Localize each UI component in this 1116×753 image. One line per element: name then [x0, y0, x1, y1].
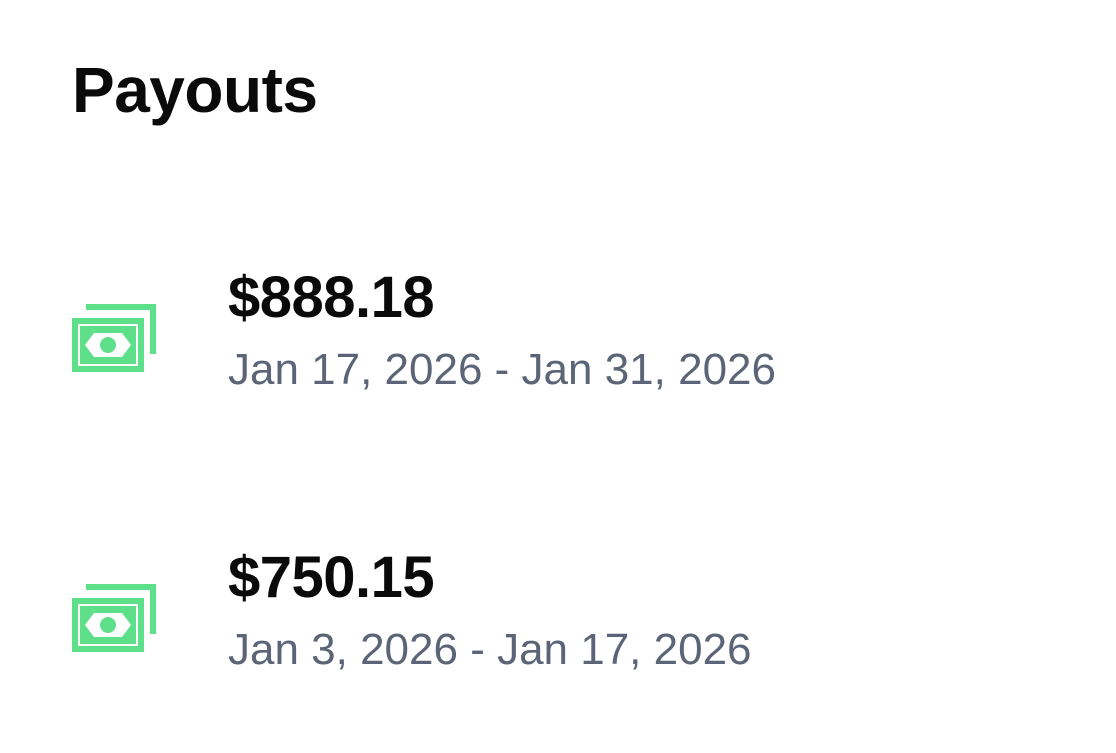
payout-amount: $750.15	[228, 545, 435, 610]
payout-list-item[interactable]: $888.18 Jan 17, 2026 - Jan 31, 2026	[0, 258, 1116, 408]
payout-amount: $888.18	[228, 265, 435, 330]
payout-list-item[interactable]: $750.15 Jan 3, 2026 - Jan 17, 2026	[0, 538, 1116, 688]
payout-date-range: Jan 17, 2026 - Jan 31, 2026	[228, 345, 776, 394]
payout-date-range: Jan 3, 2026 - Jan 17, 2026	[228, 625, 752, 674]
money-bills-icon	[70, 580, 160, 654]
money-bills-icon	[70, 300, 160, 374]
page-title: Payouts	[72, 54, 318, 126]
